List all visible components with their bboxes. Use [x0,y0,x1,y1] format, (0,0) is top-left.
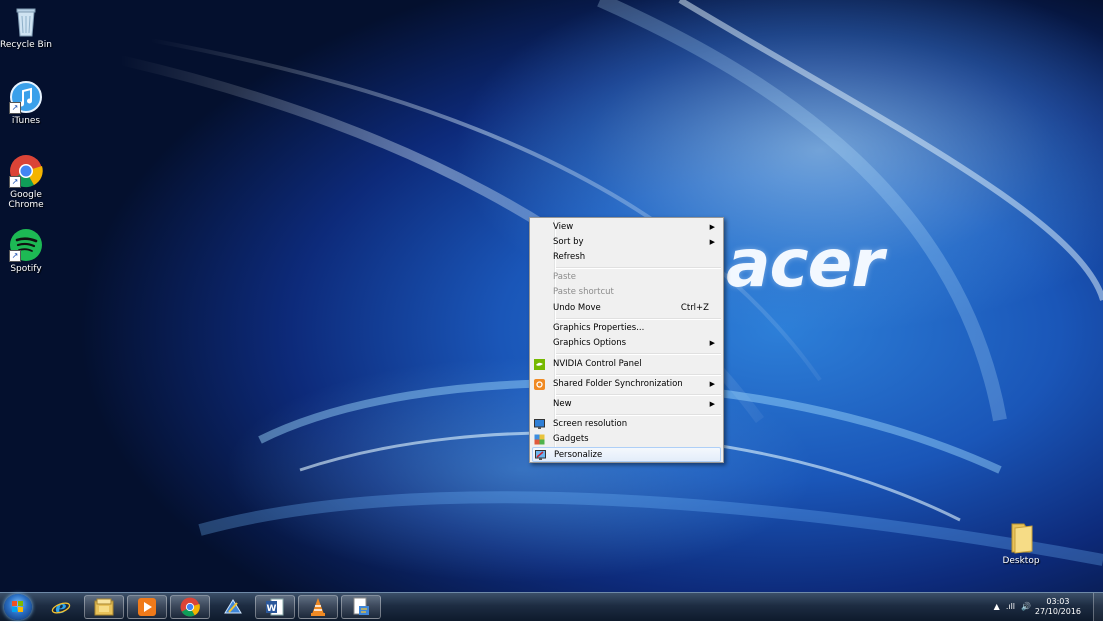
submenu-arrow-icon: ▶ [709,339,715,347]
submenu-arrow-icon: ▶ [709,238,715,246]
taskbar-internet-explorer[interactable]: e [41,595,81,619]
menu-item-label: Graphics Options [553,338,627,348]
taskbar-file-explorer[interactable] [84,595,124,619]
submenu-arrow-icon: ▶ [709,380,715,388]
menu-item-label: Graphics Properties... [553,323,645,333]
menu-separator [556,353,721,355]
word-icon: W [266,598,284,616]
shortcut-arrow-icon: ↗ [9,102,21,114]
svg-text:e: e [55,597,66,617]
menu-item-gadgets[interactable]: Gadgets [532,432,721,447]
menu-item-undo-move[interactable]: Undo Move Ctrl+Z [532,301,721,316]
menu-item-refresh[interactable]: Refresh [532,250,721,265]
menu-item-graphics-options[interactable]: Graphics Options ▶ [532,336,721,351]
system-clock[interactable]: 03:03 27/10/2016 [1035,597,1081,617]
vlc-icon [311,598,325,616]
menu-item-sort-by[interactable]: Sort by ▶ [532,235,721,250]
spotify-icon: ↗ [9,228,43,262]
taskbar-media-player[interactable] [127,595,167,619]
menu-item-nvidia-control-panel[interactable]: NVIDIA Control Panel [532,357,721,372]
app-icon [224,599,242,614]
desktop-icon-label: Recycle Bin [0,40,52,50]
svg-text:W: W [267,604,277,614]
nvidia-icon [534,359,545,370]
file-explorer-icon [94,598,114,616]
menu-item-paste: Paste [532,270,721,285]
menu-item-label: Refresh [553,252,586,262]
desktop-icon-itunes[interactable]: ↗ iTunes [0,80,56,126]
windows-start-icon [12,601,24,613]
notification-area: ▲ .ıll 🔊 [994,602,1031,611]
menu-separator [556,414,721,416]
menu-separator [556,267,721,269]
program-icon [353,597,369,615]
recycle-bin-icon [9,4,43,38]
taskbar: e W ▲ .ıll 🔊 03:03 27/10/2016 [0,592,1103,622]
submenu-arrow-icon: ▶ [709,223,715,231]
media-player-icon [138,598,156,616]
desktop-icon-label: Google Chrome [8,190,44,210]
volume-icon[interactable]: 🔊 [1021,602,1031,611]
taskbar-vlc[interactable] [298,595,338,619]
menu-item-label: NVIDIA Control Panel [553,359,642,369]
desktop-icon-google-chrome[interactable]: ↗ Google Chrome [0,154,56,210]
itunes-icon: ↗ [9,80,43,114]
start-button[interactable] [4,594,32,620]
show-desktop-button[interactable] [1093,593,1103,622]
chrome-icon: ↗ [9,154,43,188]
menu-item-screen-resolution[interactable]: Screen resolution [532,417,721,432]
desktop-icon-label: Spotify [10,264,42,274]
menu-item-label: Sort by [553,237,584,247]
desktop-icon-recycle-bin[interactable]: Recycle Bin [0,4,56,50]
menu-separator [556,394,721,396]
display-icon [534,419,545,429]
menu-item-label: Personalize [554,450,603,460]
taskbar-program[interactable] [341,595,381,619]
clock-date: 27/10/2016 [1034,607,1081,616]
desktop-icon-label: iTunes [11,116,41,126]
menu-item-shortcut: Ctrl+Z [680,303,709,313]
menu-item-paste-shortcut: Paste shortcut [532,285,721,300]
menu-item-label: Screen resolution [553,419,628,429]
desktop-icon-spotify[interactable]: ↗ Spotify [0,228,56,274]
menu-item-personalize[interactable]: Personalize [532,447,721,462]
menu-item-label: New [553,399,572,409]
taskbar-app[interactable] [213,595,253,619]
menu-item-label: Shared Folder Synchronization [553,379,683,389]
desktop-icon-label: Desktop [1002,556,1040,566]
menu-separator [556,374,721,376]
shortcut-arrow-icon: ↗ [9,176,21,188]
gadgets-icon [534,434,545,445]
show-hidden-icons-button[interactable]: ▲ [994,602,1000,611]
shortcut-arrow-icon: ↗ [9,250,21,262]
menu-item-shared-folder-sync[interactable]: Shared Folder Synchronization ▶ [532,377,721,392]
menu-item-label: Paste [553,272,576,282]
desktop-context-menu: View ▶ Sort by ▶ Refresh Paste Paste sho… [529,217,724,463]
menu-item-new[interactable]: New ▶ [532,397,721,412]
desktop-icon-desktop-folder[interactable]: Desktop [991,520,1051,566]
menu-item-label: Paste shortcut [553,287,614,297]
network-signal-icon[interactable]: .ıll [1006,602,1015,611]
internet-explorer-icon: e [51,597,71,617]
folder-icon [1004,520,1038,554]
clock-time: 03:03 [1046,597,1070,606]
sync-icon [534,379,545,390]
taskbar-chrome[interactable] [170,595,210,619]
menu-item-label: Gadgets [553,434,589,444]
menu-item-graphics-properties[interactable]: Graphics Properties... [532,321,721,336]
acer-logo: acer [726,225,884,302]
menu-item-label: View [553,222,574,232]
chrome-icon [180,597,200,617]
personalize-icon [535,450,546,460]
menu-item-label: Undo Move [553,303,601,313]
menu-separator [556,318,721,320]
submenu-arrow-icon: ▶ [709,400,715,408]
taskbar-word[interactable]: W [255,595,295,619]
menu-item-view[interactable]: View ▶ [532,220,721,235]
